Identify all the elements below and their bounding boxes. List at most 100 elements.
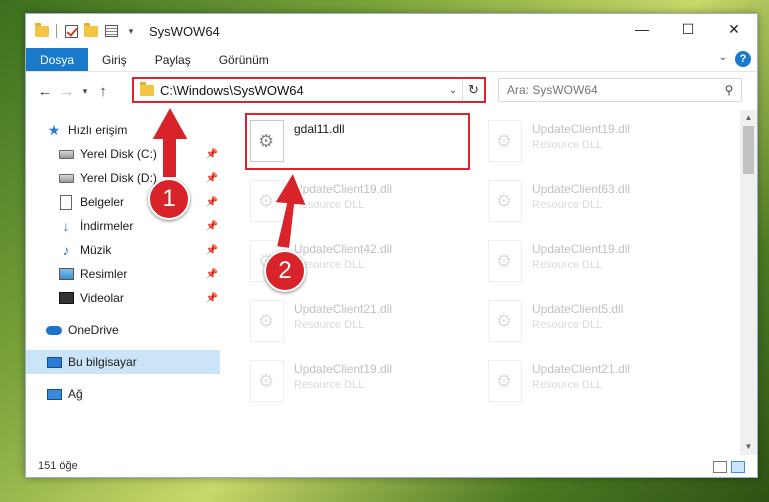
quick-access-toolbar: ▾ (34, 22, 139, 39)
file-type: Resource DLL (532, 319, 603, 331)
properties-icon[interactable] (103, 23, 119, 39)
dll-file-icon (488, 300, 522, 342)
drive-icon (58, 170, 74, 186)
window-title: SysWOW64 (149, 23, 220, 39)
folder-icon[interactable] (34, 22, 50, 39)
dll-file-icon (488, 180, 522, 222)
file-item[interactable]: UpdateClient21.dll Resource DLL (486, 356, 716, 408)
vertical-scrollbar[interactable]: ▲ ▼ (740, 110, 757, 455)
file-type: Resource DLL (532, 199, 603, 211)
dll-file-icon (250, 300, 284, 342)
large-icons-view-icon[interactable] (731, 461, 745, 473)
pin-icon[interactable]: 📌 (206, 221, 218, 232)
file-item[interactable]: UpdateClient19.dll Resource DLL (486, 116, 716, 168)
scroll-thumb[interactable] (743, 126, 754, 174)
file-item[interactable]: UpdateClient21.dll Resource DLL (248, 296, 478, 348)
sidebar-item-label: Belgeler (80, 195, 125, 209)
maximize-button[interactable]: ☐ (665, 14, 711, 44)
sidebar-item-downloads[interactable]: ↓ İndirmeler 📌 (26, 214, 220, 238)
chevron-down-icon[interactable]: ▾ (123, 23, 139, 39)
tab-view[interactable]: Görünüm (205, 48, 283, 71)
sidebar-item-quick-access[interactable]: ★ Hızlı erişim (26, 118, 220, 142)
sidebar-item-local-disk-d[interactable]: Yerel Disk (D:) 📌 (26, 166, 220, 190)
dll-file-icon (488, 240, 522, 282)
file-item[interactable]: UpdateClient19.dll Resource DLL (486, 236, 716, 288)
file-name: UpdateClient42.dll (294, 242, 393, 256)
document-icon (58, 194, 74, 210)
view-switcher (713, 461, 745, 473)
video-icon (58, 290, 74, 306)
computer-icon (46, 354, 62, 370)
address-bar[interactable]: C:\Windows\SysWOW64 ⌄ ↻ (132, 77, 486, 103)
file-name: UpdateClient5.dll (532, 302, 624, 316)
status-bar: 151 öğe (26, 455, 757, 477)
new-folder-icon[interactable] (83, 22, 99, 39)
music-icon: ♪ (62, 242, 70, 258)
sidebar-item-music[interactable]: ♪ Müzik 📌 (26, 238, 220, 262)
refresh-icon[interactable]: ↻ (462, 79, 484, 101)
sidebar-item-local-disk-c[interactable]: Yerel Disk (C:) 📌 (26, 142, 220, 166)
sidebar-item-videos[interactable]: Videolar 📌 (26, 286, 220, 310)
star-icon: ★ (47, 121, 61, 138)
sidebar-item-onedrive[interactable]: OneDrive (26, 318, 220, 342)
sidebar-item-label: Bu bilgisayar (68, 355, 137, 369)
scroll-up-icon[interactable]: ▲ (740, 110, 757, 126)
sidebar-item-pictures[interactable]: Resimler 📌 (26, 262, 220, 286)
tab-share[interactable]: Paylaş (141, 48, 205, 71)
search-input[interactable] (507, 83, 717, 97)
ribbon-expand-icon[interactable]: ⌄ (719, 52, 727, 63)
explorer-window: ▾ SysWOW64 — ☐ ✕ Dosya Giriş Paylaş Görü… (25, 13, 758, 478)
sidebar-item-network[interactable]: Ağ (26, 382, 220, 406)
address-path[interactable]: C:\Windows\SysWOW64 (160, 83, 444, 98)
sidebar-item-documents[interactable]: Belgeler 📌 (26, 190, 220, 214)
item-count: 151 öğe (38, 460, 78, 472)
tab-home[interactable]: Giriş (88, 48, 141, 71)
close-button[interactable]: ✕ (711, 14, 757, 44)
file-type: Resource DLL (294, 199, 365, 211)
sidebar-item-label: Müzik (80, 243, 112, 257)
file-type: Resource DLL (532, 379, 603, 391)
details-view-icon[interactable] (713, 461, 727, 473)
file-name: UpdateClient19.dll (294, 362, 393, 376)
sidebar-item-label: Ağ (68, 387, 83, 401)
highlight-box (245, 113, 470, 170)
file-item[interactable]: UpdateClient5.dll Resource DLL (486, 296, 716, 348)
file-name: UpdateClient19.dll (532, 242, 631, 256)
tab-file[interactable]: Dosya (26, 48, 89, 71)
step-1-badge: 1 (148, 178, 190, 220)
file-type: Resource DLL (532, 259, 603, 271)
properties-check-icon[interactable] (63, 23, 79, 39)
file-item[interactable]: UpdateClient63.dll Resource DLL (486, 176, 716, 228)
sidebar-item-label: İndirmeler (80, 219, 134, 233)
help-icon[interactable]: ? (735, 51, 751, 67)
sidebar-item-this-pc[interactable]: Bu bilgisayar (26, 350, 220, 374)
scroll-down-icon[interactable]: ▼ (740, 439, 757, 455)
pin-icon[interactable]: 📌 (206, 173, 218, 184)
pin-icon[interactable]: 📌 (206, 245, 218, 256)
pin-icon[interactable]: 📌 (206, 269, 218, 280)
file-type: Resource DLL (294, 319, 365, 331)
navigation-bar: ← → ▾ ↑ C:\Windows\SysWOW64 ⌄ ↻ ⚲ (26, 72, 757, 110)
up-icon[interactable]: ↑ (92, 83, 114, 100)
sidebar-item-label: OneDrive (68, 323, 119, 337)
file-name: UpdateClient19.dll (294, 182, 393, 196)
file-type: Resource DLL (532, 139, 603, 151)
search-box[interactable]: ⚲ (498, 78, 742, 102)
dll-file-icon (250, 180, 284, 222)
pin-icon[interactable]: 📌 (206, 293, 218, 304)
address-dropdown-icon[interactable]: ⌄ (444, 85, 462, 96)
pin-icon[interactable]: 📌 (206, 149, 218, 160)
search-icon[interactable]: ⚲ (717, 83, 741, 97)
pictures-icon (58, 266, 74, 282)
file-item[interactable]: UpdateClient19.dll Resource DLL (248, 356, 478, 408)
recent-locations-icon[interactable]: ▾ (78, 86, 92, 97)
back-icon[interactable]: ← (34, 83, 56, 100)
file-item[interactable]: UpdateClient19.dll Resource DLL (248, 176, 478, 228)
pin-icon[interactable]: 📌 (206, 197, 218, 208)
forward-icon[interactable]: → (56, 83, 78, 100)
minimize-button[interactable]: — (619, 14, 665, 44)
title-bar: ▾ SysWOW64 — ☐ ✕ (26, 14, 757, 48)
file-name: UpdateClient63.dll (532, 182, 631, 196)
